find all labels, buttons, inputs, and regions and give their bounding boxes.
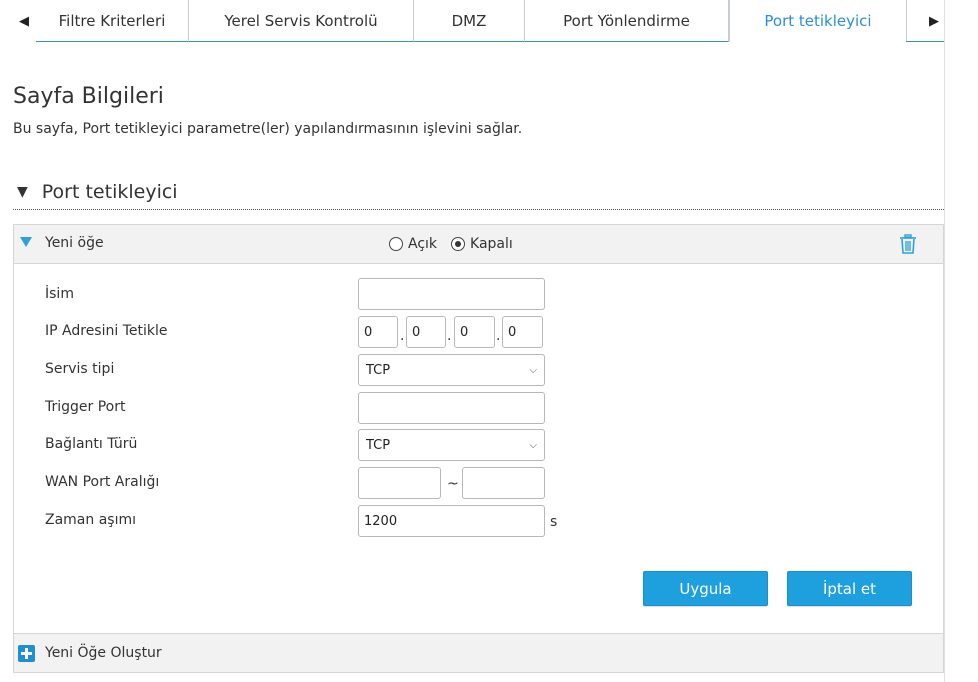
timeout-label: Zaman aşımı bbox=[45, 512, 136, 528]
section-header[interactable]: ▼ Port tetikleyici bbox=[13, 174, 944, 210]
wan-port-from-input[interactable] bbox=[358, 467, 441, 499]
tab-dmz[interactable]: DMZ bbox=[414, 0, 525, 42]
service-type-select[interactable]: TCP ⌵ bbox=[358, 354, 545, 386]
right-divider bbox=[944, 0, 978, 682]
name-input[interactable] bbox=[358, 278, 545, 310]
connection-type-select[interactable]: TCP ⌵ bbox=[358, 429, 545, 461]
radio-acik-label[interactable]: Açık bbox=[408, 236, 437, 252]
wan-port-to-input[interactable] bbox=[462, 467, 545, 499]
service-type-label: Servis tipi bbox=[45, 361, 115, 377]
item-panel: Yeni öğe Açık Kapalı İsim IP Adresini Te… bbox=[13, 224, 944, 673]
chevron-down-icon: ⌵ bbox=[529, 439, 537, 451]
ip-dot: . bbox=[447, 328, 452, 344]
tab-yerel-servis-kontrolu[interactable]: Yerel Servis Kontrolü bbox=[189, 0, 414, 42]
ip-octet-1-input[interactable]: 0 bbox=[358, 316, 398, 348]
ip-octet-3-input[interactable]: 0 bbox=[454, 316, 495, 348]
create-new-item-bar[interactable]: Yeni Öğe Oluştur bbox=[14, 633, 943, 672]
ip-label: IP Adresini Tetikle bbox=[45, 323, 168, 339]
trigger-port-label: Trigger Port bbox=[45, 399, 126, 415]
collapse-triangle-icon[interactable]: ▼ bbox=[17, 184, 28, 200]
trigger-port-input[interactable] bbox=[358, 392, 545, 424]
ip-octet-4-input[interactable]: 0 bbox=[502, 316, 543, 348]
trash-icon[interactable] bbox=[899, 234, 917, 254]
tabs: Filtre Kriterleri Yerel Servis Kontrolü … bbox=[36, 0, 907, 42]
service-type-value: TCP bbox=[366, 362, 391, 378]
chevron-down-icon: ⌵ bbox=[529, 364, 537, 376]
page-title: Sayfa Bilgileri bbox=[13, 84, 164, 109]
item-title: Yeni öğe bbox=[45, 235, 104, 251]
item-collapse-icon[interactable] bbox=[20, 237, 32, 247]
ip-dot: . bbox=[400, 328, 405, 344]
timeout-input[interactable]: 1200 bbox=[358, 505, 545, 537]
ip-octet-2-input[interactable]: 0 bbox=[406, 316, 446, 348]
plus-icon[interactable] bbox=[18, 645, 35, 662]
ip-dot: . bbox=[496, 328, 501, 344]
apply-button[interactable]: Uygula bbox=[643, 571, 768, 606]
tab-filtre-kriterleri[interactable]: Filtre Kriterleri bbox=[36, 0, 189, 42]
radio-kapali[interactable] bbox=[451, 237, 466, 251]
connection-type-value: TCP bbox=[366, 437, 391, 453]
item-header: Yeni öğe Açık Kapalı bbox=[14, 225, 943, 264]
create-new-item-label[interactable]: Yeni Öğe Oluştur bbox=[45, 645, 162, 661]
tab-port-tetikleyici[interactable]: Port tetikleyici bbox=[729, 0, 907, 42]
tab-port-yonlendirme[interactable]: Port Yönlendirme bbox=[525, 0, 729, 42]
connection-type-label: Bağlantı Türü bbox=[45, 436, 138, 452]
status-radio-group: Açık Kapalı bbox=[389, 236, 527, 252]
wan-range-separator: ~ bbox=[447, 476, 459, 492]
section-title: Port tetikleyici bbox=[41, 180, 178, 203]
timeout-unit: s bbox=[550, 514, 558, 530]
cancel-button[interactable]: İptal et bbox=[787, 571, 912, 606]
radio-kapali-label[interactable]: Kapalı bbox=[470, 236, 513, 252]
name-label: İsim bbox=[45, 286, 74, 302]
wan-port-range-label: WAN Port Aralığı bbox=[45, 474, 160, 490]
page-description: Bu sayfa, Port tetikleyici parametre(ler… bbox=[13, 121, 523, 137]
radio-acik[interactable] bbox=[389, 237, 403, 251]
tab-bar: ◀ Filtre Kriterleri Yerel Servis Kontrol… bbox=[0, 0, 978, 42]
